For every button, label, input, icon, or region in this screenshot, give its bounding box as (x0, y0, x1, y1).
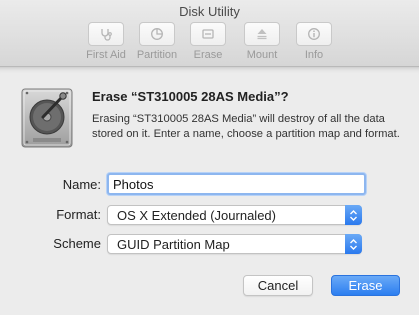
first-aid-button[interactable]: First Aid (80, 22, 132, 61)
partition-button[interactable]: Partition (131, 22, 183, 61)
mount-label: Mount (246, 49, 278, 61)
format-label: Format: (56, 207, 101, 222)
erase-toolbar-button[interactable]: Erase (182, 22, 234, 61)
mount-button[interactable]: Mount (236, 22, 288, 61)
scheme-label: Scheme (53, 236, 101, 251)
erase-sheet: Erase “ST310005 28AS Media”? Erasing “ST… (0, 67, 419, 315)
format-value: OS X Extended (Journaled) (117, 208, 276, 223)
format-select[interactable]: OS X Extended (Journaled) (107, 205, 362, 225)
chevron-updown-icon (345, 205, 362, 225)
hard-disk-icon (21, 88, 73, 148)
erase-button[interactable]: Erase (331, 275, 400, 296)
pie-chart-icon (139, 22, 175, 46)
info-icon (296, 22, 332, 46)
eject-mount-icon (244, 22, 280, 46)
name-label: Name: (62, 177, 101, 192)
info-button[interactable]: Info (288, 22, 340, 61)
window-toolbar: Disk Utility First Aid Partition Erase M… (0, 0, 419, 67)
info-label: Info (304, 49, 324, 61)
sheet-heading: Erase “ST310005 28AS Media”? (92, 89, 289, 104)
erase-toolbar-label: Erase (193, 49, 223, 61)
stethoscope-icon (88, 22, 124, 46)
first-aid-label: First Aid (86, 49, 126, 61)
sheet-description: Erasing “ST310005 28AS Media” will destr… (92, 113, 400, 140)
chevron-updown-icon (345, 234, 362, 254)
scheme-select[interactable]: GUID Partition Map (107, 234, 362, 254)
name-input[interactable] (107, 173, 366, 195)
eraser-icon (190, 22, 226, 46)
partition-label: Partition (136, 49, 178, 61)
cancel-button[interactable]: Cancel (243, 275, 313, 296)
scheme-value: GUID Partition Map (117, 237, 230, 252)
window-title: Disk Utility (179, 4, 240, 19)
